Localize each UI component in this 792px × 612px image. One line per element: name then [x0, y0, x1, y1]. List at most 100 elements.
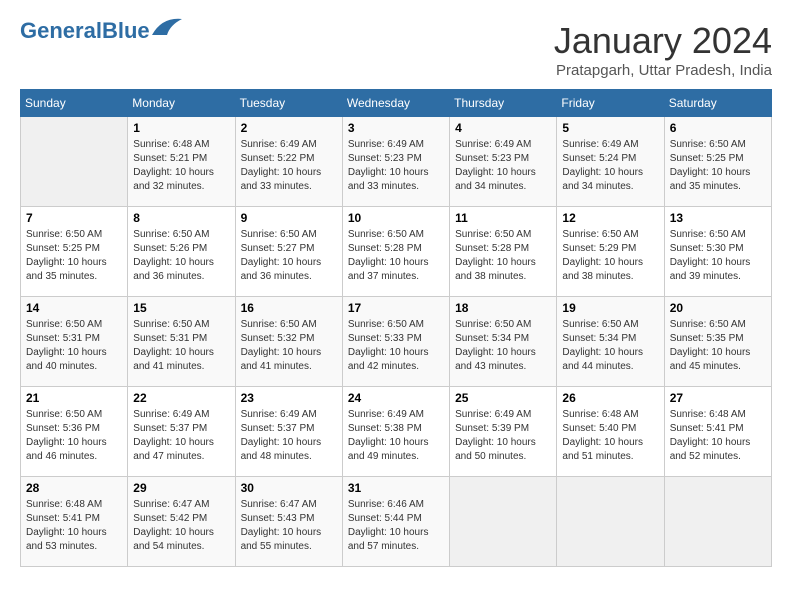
cell-content: Sunrise: 6:50 AM Sunset: 5:26 PM Dayligh…: [133, 228, 229, 284]
day-number: 3: [348, 121, 444, 135]
calendar-week-row: 21 Sunrise: 6:50 AM Sunset: 5:36 PM Dayl…: [21, 387, 772, 477]
sunset-text: Sunset: 5:32 PM: [241, 332, 337, 346]
sunrise-text: Sunrise: 6:48 AM: [133, 138, 229, 152]
sunrise-text: Sunrise: 6:50 AM: [241, 318, 337, 332]
cell-content: Sunrise: 6:50 AM Sunset: 5:25 PM Dayligh…: [26, 228, 122, 284]
day-number: 23: [241, 391, 337, 405]
logo: GeneralBlue: [20, 20, 182, 42]
header-tuesday: Tuesday: [235, 90, 342, 117]
sunset-text: Sunset: 5:33 PM: [348, 332, 444, 346]
calendar-week-row: 1 Sunrise: 6:48 AM Sunset: 5:21 PM Dayli…: [21, 117, 772, 207]
day-number: 26: [562, 391, 658, 405]
daylight-text: Daylight: 10 hours and 47 minutes.: [133, 436, 229, 464]
sunrise-text: Sunrise: 6:50 AM: [133, 318, 229, 332]
calendar-cell: 6 Sunrise: 6:50 AM Sunset: 5:25 PM Dayli…: [664, 117, 771, 207]
daylight-text: Daylight: 10 hours and 55 minutes.: [241, 526, 337, 554]
sunset-text: Sunset: 5:42 PM: [133, 512, 229, 526]
calendar-cell: 26 Sunrise: 6:48 AM Sunset: 5:40 PM Dayl…: [557, 387, 664, 477]
calendar-header-row: SundayMondayTuesdayWednesdayThursdayFrid…: [21, 90, 772, 117]
sunset-text: Sunset: 5:41 PM: [26, 512, 122, 526]
calendar-cell: 23 Sunrise: 6:49 AM Sunset: 5:37 PM Dayl…: [235, 387, 342, 477]
daylight-text: Daylight: 10 hours and 53 minutes.: [26, 526, 122, 554]
calendar-cell: 19 Sunrise: 6:50 AM Sunset: 5:34 PM Dayl…: [557, 297, 664, 387]
sunrise-text: Sunrise: 6:48 AM: [562, 408, 658, 422]
sunrise-text: Sunrise: 6:50 AM: [670, 318, 766, 332]
sunset-text: Sunset: 5:30 PM: [670, 242, 766, 256]
sunrise-text: Sunrise: 6:50 AM: [241, 228, 337, 242]
calendar-cell: 13 Sunrise: 6:50 AM Sunset: 5:30 PM Dayl…: [664, 207, 771, 297]
sunrise-text: Sunrise: 6:50 AM: [670, 138, 766, 152]
header-monday: Monday: [128, 90, 235, 117]
day-number: 30: [241, 481, 337, 495]
sunset-text: Sunset: 5:43 PM: [241, 512, 337, 526]
sunset-text: Sunset: 5:39 PM: [455, 422, 551, 436]
calendar-cell: 4 Sunrise: 6:49 AM Sunset: 5:23 PM Dayli…: [450, 117, 557, 207]
calendar-cell: 9 Sunrise: 6:50 AM Sunset: 5:27 PM Dayli…: [235, 207, 342, 297]
day-number: 25: [455, 391, 551, 405]
cell-content: Sunrise: 6:46 AM Sunset: 5:44 PM Dayligh…: [348, 498, 444, 554]
sunrise-text: Sunrise: 6:50 AM: [455, 318, 551, 332]
daylight-text: Daylight: 10 hours and 57 minutes.: [348, 526, 444, 554]
calendar-cell: 31 Sunrise: 6:46 AM Sunset: 5:44 PM Dayl…: [342, 477, 449, 567]
daylight-text: Daylight: 10 hours and 36 minutes.: [133, 256, 229, 284]
calendar-cell: 1 Sunrise: 6:48 AM Sunset: 5:21 PM Dayli…: [128, 117, 235, 207]
daylight-text: Daylight: 10 hours and 35 minutes.: [670, 166, 766, 194]
daylight-text: Daylight: 10 hours and 50 minutes.: [455, 436, 551, 464]
day-number: 17: [348, 301, 444, 315]
calendar-cell: 24 Sunrise: 6:49 AM Sunset: 5:38 PM Dayl…: [342, 387, 449, 477]
sunset-text: Sunset: 5:41 PM: [670, 422, 766, 436]
sunrise-text: Sunrise: 6:50 AM: [562, 228, 658, 242]
day-number: 28: [26, 481, 122, 495]
sunrise-text: Sunrise: 6:50 AM: [133, 228, 229, 242]
sunrise-text: Sunrise: 6:50 AM: [348, 318, 444, 332]
sunset-text: Sunset: 5:25 PM: [26, 242, 122, 256]
calendar-cell: 27 Sunrise: 6:48 AM Sunset: 5:41 PM Dayl…: [664, 387, 771, 477]
month-title: January 2024: [554, 20, 772, 62]
calendar-cell: [21, 117, 128, 207]
calendar-cell: 5 Sunrise: 6:49 AM Sunset: 5:24 PM Dayli…: [557, 117, 664, 207]
daylight-text: Daylight: 10 hours and 41 minutes.: [133, 346, 229, 374]
sunrise-text: Sunrise: 6:50 AM: [562, 318, 658, 332]
calendar-cell: 2 Sunrise: 6:49 AM Sunset: 5:22 PM Dayli…: [235, 117, 342, 207]
day-number: 14: [26, 301, 122, 315]
daylight-text: Daylight: 10 hours and 37 minutes.: [348, 256, 444, 284]
cell-content: Sunrise: 6:49 AM Sunset: 5:22 PM Dayligh…: [241, 138, 337, 194]
cell-content: Sunrise: 6:50 AM Sunset: 5:35 PM Dayligh…: [670, 318, 766, 374]
day-number: 31: [348, 481, 444, 495]
daylight-text: Daylight: 10 hours and 33 minutes.: [241, 166, 337, 194]
sunrise-text: Sunrise: 6:47 AM: [133, 498, 229, 512]
sunrise-text: Sunrise: 6:49 AM: [455, 408, 551, 422]
cell-content: Sunrise: 6:50 AM Sunset: 5:34 PM Dayligh…: [562, 318, 658, 374]
calendar-cell: 30 Sunrise: 6:47 AM Sunset: 5:43 PM Dayl…: [235, 477, 342, 567]
logo-general: General: [20, 18, 102, 43]
header-thursday: Thursday: [450, 90, 557, 117]
cell-content: Sunrise: 6:49 AM Sunset: 5:37 PM Dayligh…: [241, 408, 337, 464]
sunset-text: Sunset: 5:21 PM: [133, 152, 229, 166]
calendar-cell: 8 Sunrise: 6:50 AM Sunset: 5:26 PM Dayli…: [128, 207, 235, 297]
sunrise-text: Sunrise: 6:50 AM: [348, 228, 444, 242]
calendar-cell: 14 Sunrise: 6:50 AM Sunset: 5:31 PM Dayl…: [21, 297, 128, 387]
calendar-cell: [450, 477, 557, 567]
daylight-text: Daylight: 10 hours and 38 minutes.: [455, 256, 551, 284]
sunrise-text: Sunrise: 6:50 AM: [26, 318, 122, 332]
calendar-cell: 15 Sunrise: 6:50 AM Sunset: 5:31 PM Dayl…: [128, 297, 235, 387]
sunset-text: Sunset: 5:23 PM: [348, 152, 444, 166]
calendar-cell: 12 Sunrise: 6:50 AM Sunset: 5:29 PM Dayl…: [557, 207, 664, 297]
sunset-text: Sunset: 5:24 PM: [562, 152, 658, 166]
cell-content: Sunrise: 6:49 AM Sunset: 5:37 PM Dayligh…: [133, 408, 229, 464]
cell-content: Sunrise: 6:49 AM Sunset: 5:23 PM Dayligh…: [455, 138, 551, 194]
sunrise-text: Sunrise: 6:49 AM: [455, 138, 551, 152]
daylight-text: Daylight: 10 hours and 36 minutes.: [241, 256, 337, 284]
sunset-text: Sunset: 5:23 PM: [455, 152, 551, 166]
daylight-text: Daylight: 10 hours and 46 minutes.: [26, 436, 122, 464]
calendar-cell: [557, 477, 664, 567]
sunrise-text: Sunrise: 6:49 AM: [241, 138, 337, 152]
cell-content: Sunrise: 6:49 AM Sunset: 5:24 PM Dayligh…: [562, 138, 658, 194]
cell-content: Sunrise: 6:48 AM Sunset: 5:41 PM Dayligh…: [26, 498, 122, 554]
calendar-cell: 29 Sunrise: 6:47 AM Sunset: 5:42 PM Dayl…: [128, 477, 235, 567]
header-sunday: Sunday: [21, 90, 128, 117]
calendar-cell: 21 Sunrise: 6:50 AM Sunset: 5:36 PM Dayl…: [21, 387, 128, 477]
sunrise-text: Sunrise: 6:49 AM: [133, 408, 229, 422]
cell-content: Sunrise: 6:49 AM Sunset: 5:39 PM Dayligh…: [455, 408, 551, 464]
logo-blue: Blue: [102, 18, 150, 43]
